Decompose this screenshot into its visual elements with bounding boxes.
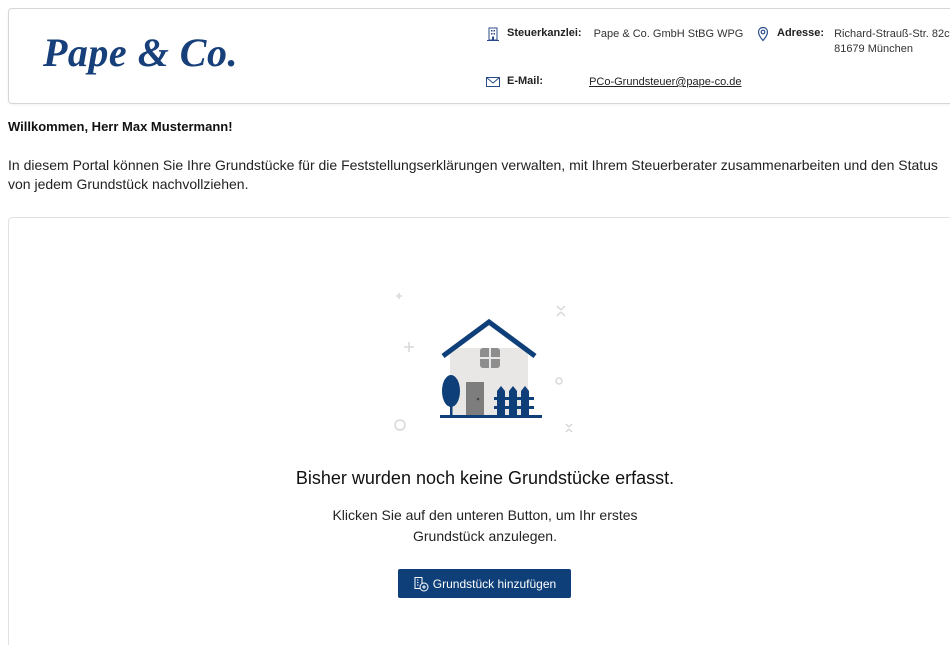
- building-icon: [485, 26, 501, 42]
- email-link[interactable]: PCo-Grundsteuer@pape-co.de: [589, 75, 741, 90]
- house-illustration: [394, 293, 573, 433]
- address-line2: 81679 München: [834, 43, 913, 55]
- add-property-button[interactable]: Grundstück hinzufügen: [398, 569, 571, 598]
- email-info: E-Mail: PCo-Grundsteuer@pape-co.de: [485, 75, 741, 90]
- intro-text: In diesem Portal können Sie Ihre Grundst…: [8, 157, 938, 192]
- add-property-button-label: Grundstück hinzufügen: [432, 576, 557, 591]
- header-card: Pape & Co. Steuerkanzlei: Pape & Co. Gmb…: [8, 8, 950, 104]
- firm-label: Steuerkanzlei:: [507, 27, 582, 39]
- firm-info: Steuerkanzlei: Pape & Co. GmbH StBG WPG: [485, 27, 743, 42]
- address-value: Richard-Strauß-Str. 82c 81679 München: [834, 27, 950, 57]
- envelope-icon: [485, 74, 501, 90]
- firm-value: Pape & Co. GmbH StBG WPG: [593, 28, 744, 40]
- welcome-heading: Willkommen, Herr Max Mustermann!: [8, 119, 233, 134]
- address-line1: Richard-Strauß-Str. 82c: [834, 28, 950, 40]
- location-pin-icon: [755, 26, 771, 42]
- empty-state-title: Bisher wurden noch keine Grundstücke erf…: [295, 468, 675, 488]
- empty-state-text: Klicken Sie auf den unteren Button, um I…: [332, 507, 638, 544]
- add-property-icon: [413, 576, 429, 592]
- email-label: E-Mail:: [507, 75, 544, 87]
- address-info: Adresse: Richard-Strauß-Str. 82c 81679 M…: [755, 26, 950, 57]
- address-label: Adresse:: [777, 27, 825, 39]
- logo: Pape & Co.: [43, 30, 238, 75]
